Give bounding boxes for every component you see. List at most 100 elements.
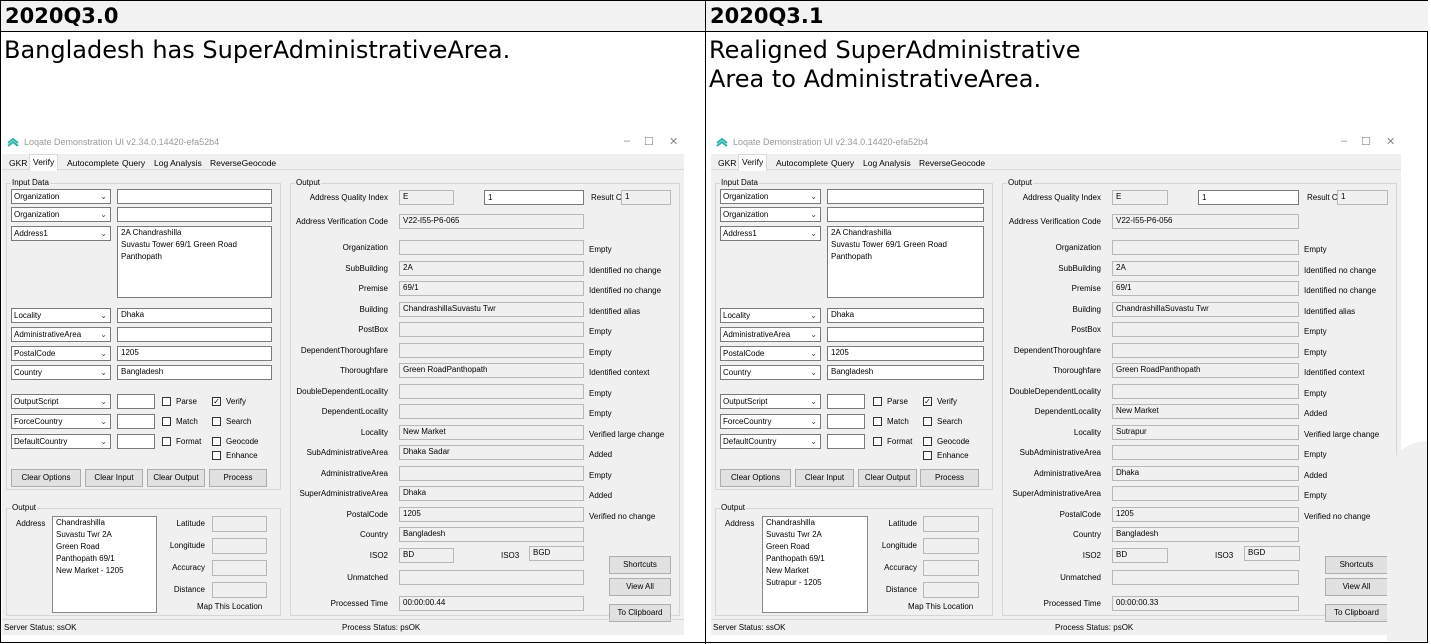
checkbox-search[interactable]	[923, 417, 932, 426]
input-field-selector[interactable]: Organization ⌄	[11, 207, 111, 222]
input-value-field[interactable]: Bangladesh	[827, 365, 984, 380]
tab-reversegeocode[interactable]: ReverseGeocode	[207, 156, 279, 170]
option-value-field[interactable]	[117, 434, 155, 449]
input-field-selector[interactable]: Address1 ⌄	[720, 226, 821, 241]
input-field-selector[interactable]: Address1 ⌄	[11, 226, 111, 241]
checkbox-enhance[interactable]	[212, 451, 221, 460]
input-value-field[interactable]: Dhaka	[117, 308, 272, 323]
locality-label: Locality	[360, 427, 388, 437]
post-box-field	[1112, 322, 1299, 337]
tab-autocomplete[interactable]: Autocomplete	[64, 156, 122, 170]
shortcuts-button[interactable]: Shortcuts	[609, 555, 671, 574]
option-value-field[interactable]	[117, 414, 155, 429]
option-selector[interactable]: ForceCountry ⌄	[720, 414, 821, 429]
view-all-button[interactable]: View All	[1325, 577, 1388, 596]
option-value-field[interactable]	[827, 394, 865, 409]
maximize-icon[interactable]: ☐	[1361, 135, 1371, 148]
shortcuts-button[interactable]: Shortcuts	[1325, 555, 1388, 574]
minimize-icon[interactable]: –	[1341, 135, 1347, 147]
checkbox-geocode[interactable]	[923, 437, 932, 446]
map-this-location-link[interactable]: Map This Location	[908, 602, 973, 612]
tab-reversegeocode[interactable]: ReverseGeocode	[916, 156, 988, 170]
tab-autocomplete[interactable]: Autocomplete	[773, 156, 831, 170]
close-icon[interactable]: ✕	[1386, 135, 1395, 148]
input-value-field[interactable]: 2A Chandrashilla Suvastu Tower 69/1 Gree…	[827, 226, 984, 298]
input-field-selector[interactable]: Locality ⌄	[720, 308, 821, 323]
checkbox-format[interactable]	[162, 437, 171, 446]
tab-query[interactable]: Query	[828, 156, 857, 170]
map-this-location-link[interactable]: Map This Location	[197, 602, 262, 612]
clear-options-button[interactable]: Clear Options	[720, 469, 791, 487]
input-value-field[interactable]	[827, 327, 984, 342]
option-name: ForceCountry	[723, 417, 772, 426]
option-selector[interactable]: OutputScript ⌄	[720, 394, 821, 409]
postal-code-field: 1205	[399, 506, 584, 522]
tab-gkr[interactable]: GKR	[6, 156, 30, 170]
minimize-icon[interactable]: –	[624, 135, 630, 147]
input-field-selector[interactable]: PostalCode ⌄	[720, 346, 821, 361]
tab-log-analysis[interactable]: Log Analysis	[860, 156, 914, 170]
option-selector[interactable]: DefaultCountry ⌄	[11, 434, 111, 449]
clear-options-button[interactable]: Clear Options	[11, 469, 81, 487]
dependent-locality-field: New Market	[1112, 404, 1299, 419]
input-value-field[interactable]: 2A Chandrashilla Suvastu Tower 69/1 Gree…	[117, 226, 272, 298]
checkbox-geocode[interactable]	[212, 437, 221, 446]
view-all-button[interactable]: View All	[609, 577, 671, 596]
tab-gkr[interactable]: GKR	[715, 156, 739, 170]
building-label: Building	[1072, 304, 1101, 314]
tab-query[interactable]: Query	[119, 156, 148, 170]
organization-field	[1112, 240, 1299, 255]
input-field-selector[interactable]: AdministrativeArea ⌄	[11, 327, 111, 342]
checkbox-match[interactable]	[873, 417, 882, 426]
post-box-label: PostBox	[1071, 325, 1101, 334]
checkbox-verify[interactable]: ✓	[212, 397, 221, 406]
clear-output-button[interactable]: Clear Output	[858, 469, 917, 487]
process-button[interactable]: Process	[920, 469, 979, 487]
input-field-selector[interactable]: Locality ⌄	[11, 308, 111, 323]
maximize-icon[interactable]: ☐	[644, 135, 654, 148]
option-selector[interactable]: OutputScript ⌄	[11, 394, 111, 409]
premise-label: Premise	[1071, 284, 1101, 293]
option-value-field[interactable]	[117, 394, 155, 409]
input-value-field[interactable]	[827, 189, 984, 204]
tab-verify[interactable]: Verify	[738, 154, 768, 171]
input-value-field[interactable]	[117, 207, 272, 222]
organization-label: Organization	[342, 243, 388, 252]
process-button[interactable]: Process	[209, 469, 267, 487]
count-stepper[interactable]: 1	[1198, 190, 1299, 205]
input-field-selector[interactable]: Country ⌄	[720, 365, 821, 380]
clear-input-button[interactable]: Clear Input	[795, 469, 854, 487]
input-value-field[interactable]	[117, 189, 272, 204]
input-value-field[interactable]: 1205	[117, 346, 272, 361]
checkbox-verify[interactable]: ✓	[923, 397, 932, 406]
input-field-selector[interactable]: Country ⌄	[11, 365, 111, 380]
input-field-selector[interactable]: Organization ⌄	[11, 189, 111, 204]
checkbox-format[interactable]	[873, 437, 882, 446]
option-value-field[interactable]	[827, 434, 865, 449]
clear-input-button[interactable]: Clear Input	[85, 469, 143, 487]
checkbox-match[interactable]	[162, 417, 171, 426]
input-value-field[interactable]: 1205	[827, 346, 984, 361]
input-value-field[interactable]: Bangladesh	[117, 365, 272, 380]
option-selector[interactable]: DefaultCountry ⌄	[720, 434, 821, 449]
checkbox-parse[interactable]	[162, 397, 171, 406]
app-logo-icon	[7, 137, 19, 147]
checkbox-search[interactable]	[212, 417, 221, 426]
option-selector[interactable]: ForceCountry ⌄	[11, 414, 111, 429]
count-stepper[interactable]: 1	[484, 190, 584, 205]
input-field-selector[interactable]: Organization ⌄	[720, 189, 821, 204]
input-field-selector[interactable]: Organization ⌄	[720, 207, 821, 222]
input-value-field[interactable]	[117, 327, 272, 342]
input-value-field[interactable]	[827, 207, 984, 222]
tab-verify[interactable]: Verify	[29, 154, 59, 171]
input-value-field[interactable]: Dhaka	[827, 308, 984, 323]
option-name: DefaultCountry	[14, 437, 68, 446]
close-icon[interactable]: ✕	[669, 135, 678, 148]
option-value-field[interactable]	[827, 414, 865, 429]
clear-output-button[interactable]: Clear Output	[147, 469, 205, 487]
input-field-selector[interactable]: AdministrativeArea ⌄	[720, 327, 821, 342]
input-field-selector[interactable]: PostalCode ⌄	[11, 346, 111, 361]
tab-log-analysis[interactable]: Log Analysis	[151, 156, 205, 170]
checkbox-enhance[interactable]	[923, 451, 932, 460]
checkbox-parse[interactable]	[873, 397, 882, 406]
